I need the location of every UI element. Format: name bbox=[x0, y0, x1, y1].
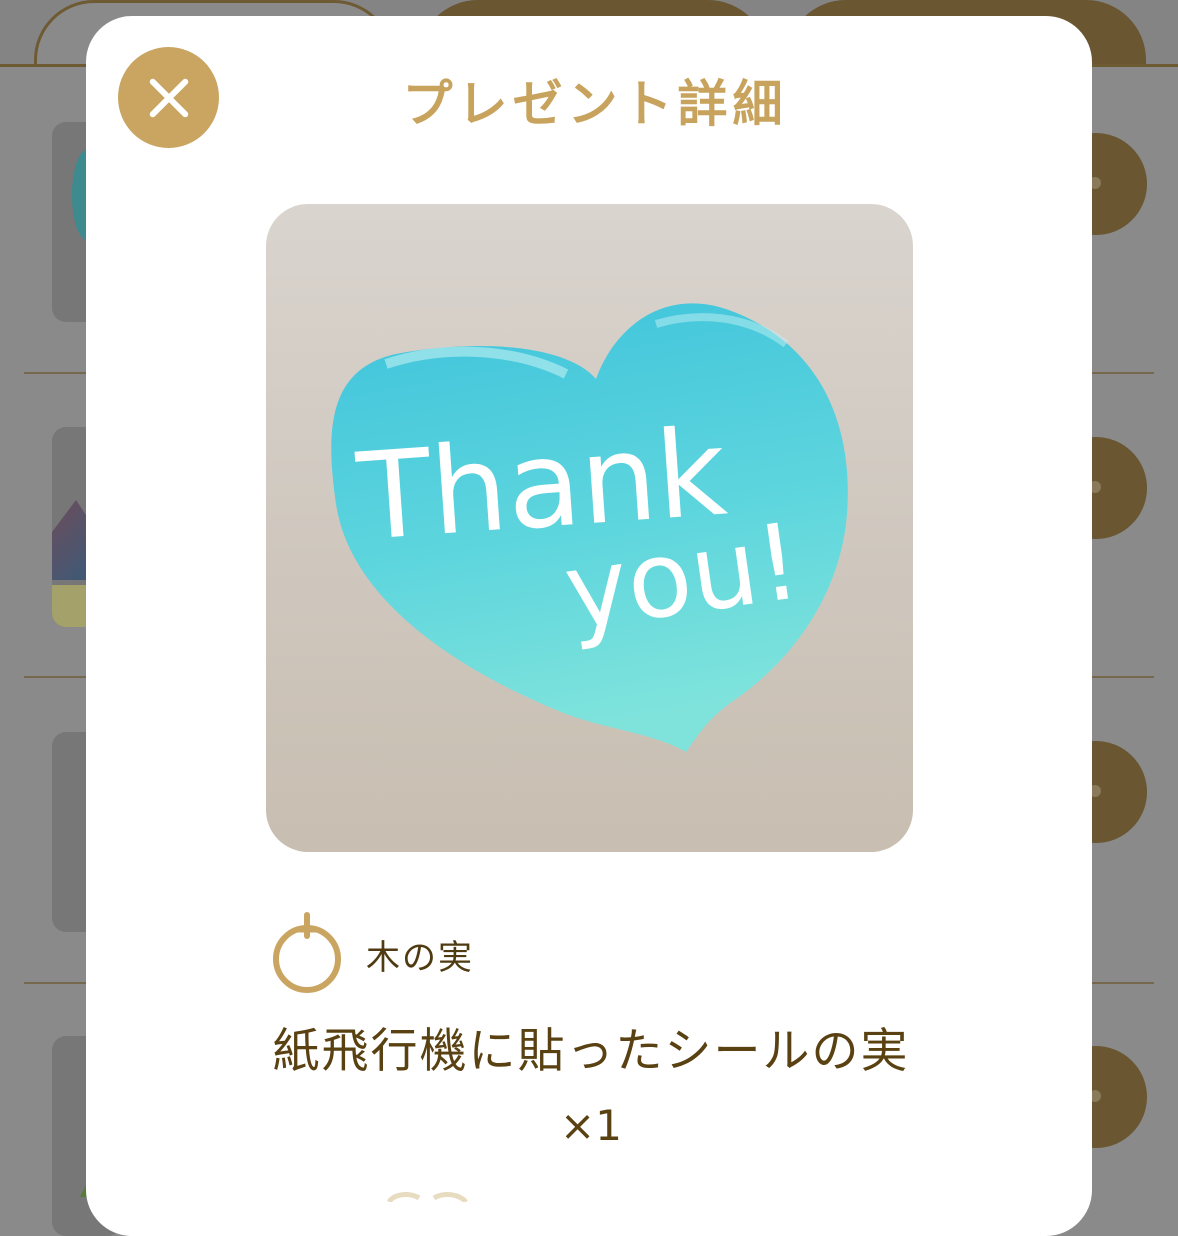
category-label: 木の実 bbox=[366, 938, 474, 978]
thank-you-heart-sticker: Thank you! bbox=[331, 303, 848, 752]
item-quantity: ×1 bbox=[560, 1101, 622, 1150]
sender-icon bbox=[386, 1192, 468, 1202]
fruit-icon bbox=[273, 912, 341, 993]
close-button[interactable] bbox=[118, 47, 219, 148]
item-name: 紙飛行機に貼ったシールの実 bbox=[272, 1024, 910, 1079]
modal-title: プレゼント詳細 bbox=[402, 75, 788, 133]
item-image: Thank you! bbox=[266, 204, 913, 852]
